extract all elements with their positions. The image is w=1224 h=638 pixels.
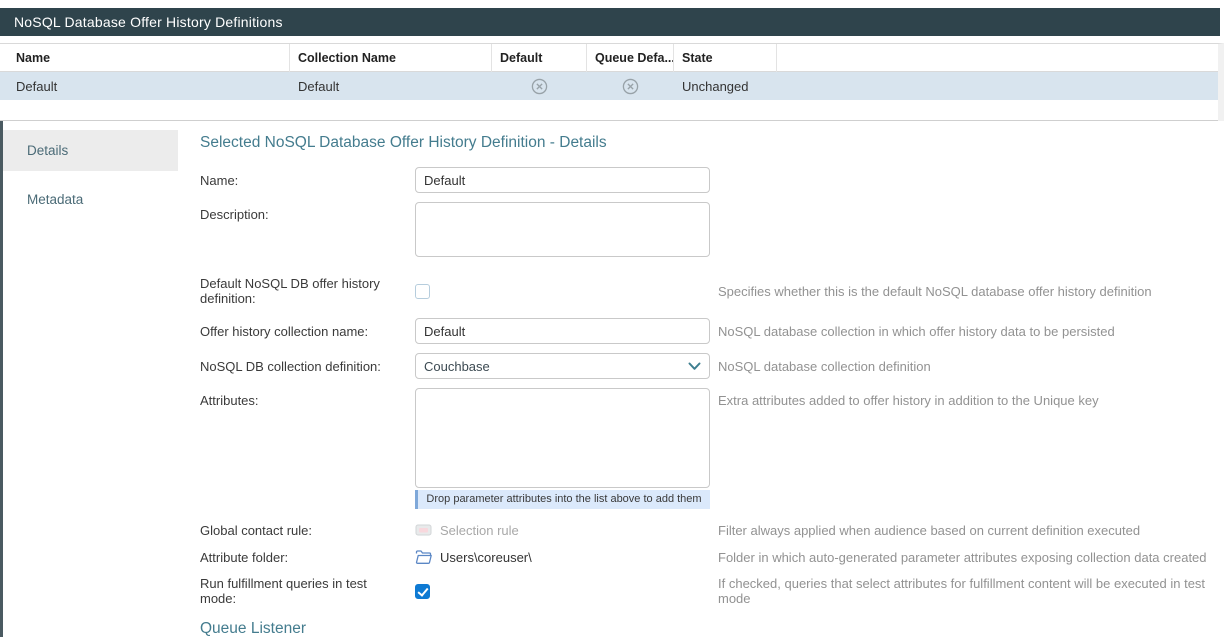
form-row-attributes: Attributes: Drop parameter attributes in… [200,388,1224,509]
definitions-table: Name Collection Name Default Queue Defa.… [0,43,1224,121]
queue-listener-heading: Queue Listener [200,620,1224,638]
test-mode-label: Run fulfillment queries in test mode: [200,576,415,606]
circle-x-icon [531,78,548,95]
default-definition-label: Default NoSQL DB offer history definitio… [200,276,415,306]
tab-metadata[interactable]: Metadata [3,179,178,220]
global-contact-rule-value: Selection rule [440,523,519,538]
form-row-attribute-folder: Attribute folder: Users\coreuser\ Folder… [200,549,1224,565]
details-heading: Selected NoSQL Database Offer History De… [200,134,1224,152]
column-header-state[interactable]: State [674,44,777,72]
panel-title: NoSQL Database Offer History Definitions [14,14,283,30]
form-row-collection-definition: NoSQL DB collection definition: Couchbas… [200,353,1224,379]
column-header-filler [777,44,1218,72]
name-label: Name: [200,173,415,188]
form-row-global-contact-rule: Global contact rule: Selection rule Filt… [200,522,1224,538]
panel-title-bar: NoSQL Database Offer History Definitions [0,8,1220,36]
cell-default [492,78,587,95]
form-row-collection-name: Offer history collection name: NoSQL dat… [200,318,1224,344]
attribute-folder-help: Folder in which auto-generated parameter… [718,550,1224,565]
collection-name-input[interactable] [415,318,710,344]
tab-details[interactable]: Details [3,130,178,171]
attributes-list[interactable] [415,388,710,488]
attribute-folder-picker[interactable]: Users\coreuser\ [415,549,718,565]
global-contact-rule-help: Filter always applied when audience base… [718,523,1224,538]
attributes-label: Attributes: [200,388,415,408]
column-header-queue-default[interactable]: Queue Defa... [587,44,674,72]
description-help [718,202,1224,207]
column-header-default[interactable]: Default [492,44,587,72]
collection-name-help: NoSQL database collection in which offer… [718,324,1224,339]
global-contact-rule-picker[interactable]: Selection rule [415,522,718,538]
description-label: Description: [200,202,415,222]
default-definition-help: Specifies whether this is the default No… [718,284,1224,299]
column-header-name[interactable]: Name [0,44,290,72]
collection-definition-help: NoSQL database collection definition [718,359,1224,374]
table-empty-row [0,100,1218,121]
name-input[interactable] [415,167,710,193]
description-input[interactable] [415,202,710,257]
form-row-default-definition: Default NoSQL DB offer history definitio… [200,276,1224,306]
global-contact-rule-label: Global contact rule: [200,523,415,538]
attributes-help: Extra attributes added to offer history … [718,388,1224,408]
attribute-folder-label: Attribute folder: [200,550,415,565]
table-row[interactable]: Default Default Unchanged [0,72,1218,100]
test-mode-checkbox[interactable] [415,584,430,599]
circle-x-icon [622,78,639,95]
column-header-collection-name[interactable]: Collection Name [290,44,492,72]
form-row-name: Name: [200,167,1224,193]
cell-name: Default [0,79,290,94]
cell-queue-default [587,78,674,95]
attributes-drop-hint: Drop parameter attributes into the list … [415,490,710,509]
detail-panel: Details Metadata Selected NoSQL Database… [0,121,1224,637]
default-definition-checkbox[interactable] [415,284,430,299]
detail-tabs-sidebar: Details Metadata [0,121,178,637]
selection-rule-icon [415,522,432,538]
cell-collection-name: Default [290,79,492,94]
chevron-down-icon [688,362,701,371]
folder-icon [415,549,432,565]
form-row-description: Description: [200,202,1224,262]
cell-state: Unchanged [674,79,777,94]
collection-definition-label: NoSQL DB collection definition: [200,359,415,374]
form-row-test-mode: Run fulfillment queries in test mode: If… [200,576,1224,606]
collection-name-label: Offer history collection name: [200,324,415,339]
table-header-row: Name Collection Name Default Queue Defa.… [0,44,1218,72]
attribute-folder-value: Users\coreuser\ [440,550,532,565]
details-form: Selected NoSQL Database Offer History De… [178,121,1224,637]
test-mode-help: If checked, queries that select attribut… [718,576,1224,606]
collection-definition-select[interactable]: Couchbase [415,353,710,379]
collection-definition-value: Couchbase [424,359,688,374]
